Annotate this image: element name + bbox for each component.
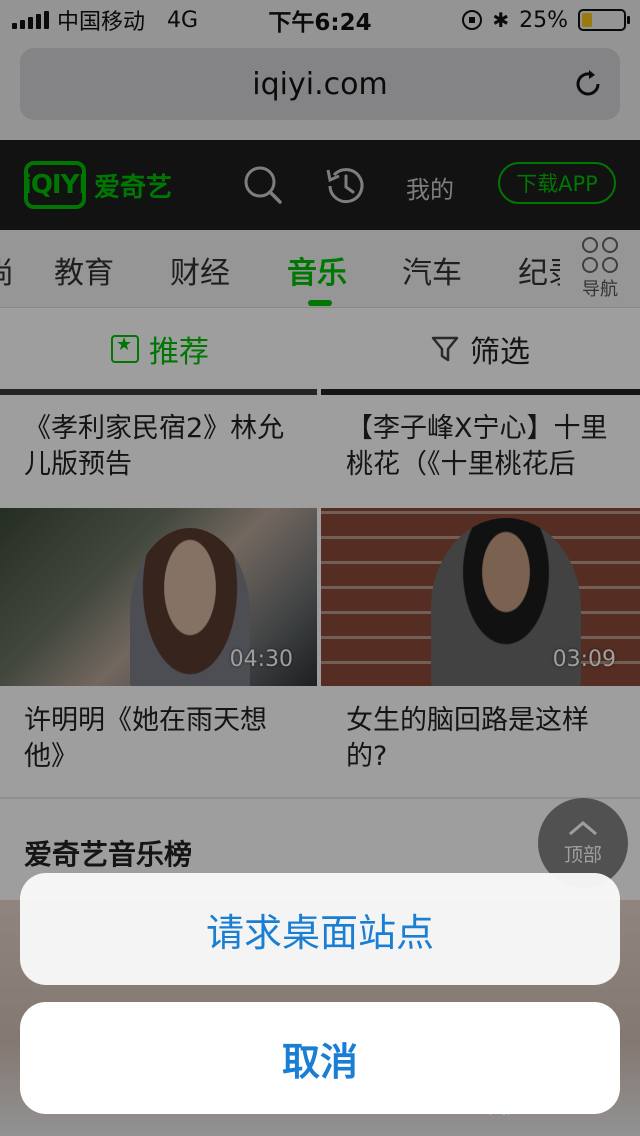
request-desktop-site-button[interactable]: 请求桌面站点 [20,873,620,985]
watermark-text: Bai 经验 [490,1074,574,1099]
baidu-jingyan-watermark: Bai 经验 jingyan.baidu.com [489,1074,579,1115]
watermark-subtext: jingyan.baidu.com [489,1103,579,1115]
